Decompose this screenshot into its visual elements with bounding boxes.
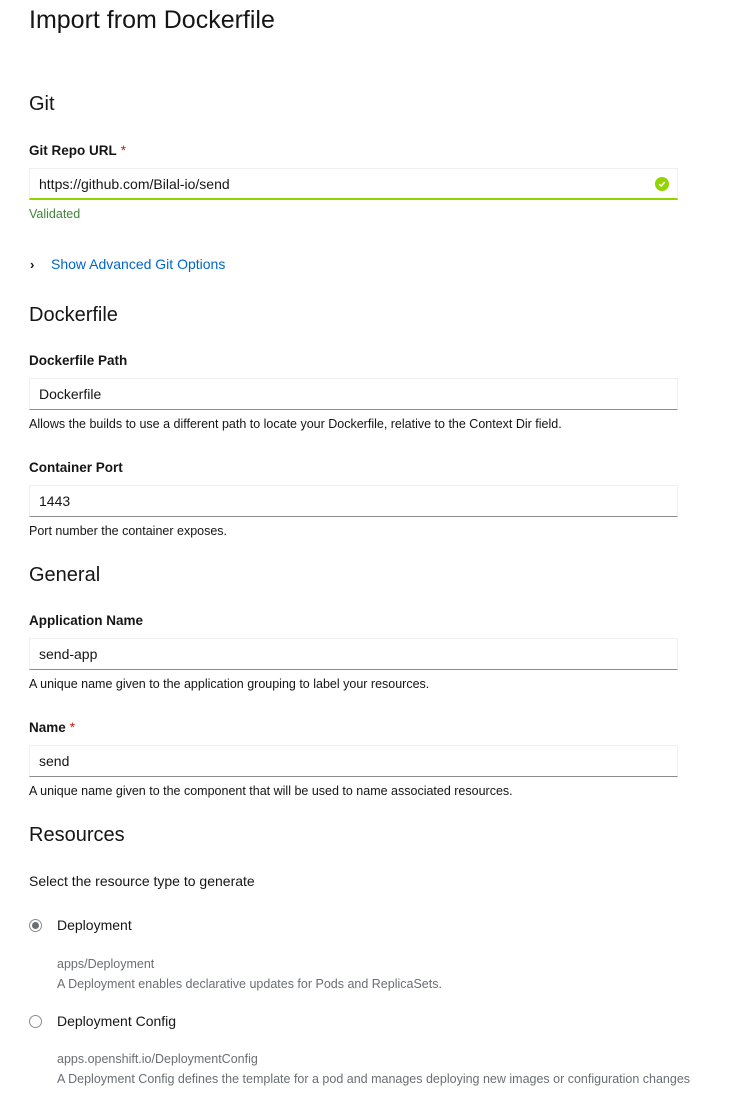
option-api: apps.openshift.io/DeploymentConfig bbox=[57, 1052, 258, 1066]
name-label: Name * bbox=[29, 720, 75, 735]
section-title-git: Git bbox=[29, 93, 55, 115]
option-text: A Deployment enables declarative updates… bbox=[57, 977, 442, 991]
git-repo-url-label: Git Repo URL * bbox=[29, 143, 126, 158]
radio-option-deployment[interactable]: Deployment bbox=[29, 917, 132, 933]
label-text: Git Repo URL bbox=[29, 143, 117, 158]
name-input[interactable]: send bbox=[29, 745, 678, 777]
container-port-label: Container Port bbox=[29, 460, 123, 475]
git-repo-url-input[interactable]: https://github.com/Bilal-io/send bbox=[29, 168, 678, 200]
container-port-input[interactable]: 1443 bbox=[29, 485, 678, 517]
section-title-dockerfile: Dockerfile bbox=[29, 304, 118, 326]
input-value: send bbox=[39, 753, 70, 769]
application-name-label: Application Name bbox=[29, 613, 144, 628]
section-title-general: General bbox=[29, 564, 101, 586]
option-api: apps/Deployment bbox=[57, 957, 155, 971]
option-description: apps.openshift.io/DeploymentConfig A Dep… bbox=[57, 1049, 690, 1089]
page-title: Import from Dockerfile bbox=[29, 6, 275, 34]
radio-selected-icon[interactable] bbox=[29, 918, 42, 932]
label-text: Name bbox=[29, 720, 66, 735]
git-repo-url-helper: Validated bbox=[29, 207, 81, 221]
name-helper: A unique name given to the component tha… bbox=[29, 784, 513, 798]
dockerfile-path-helper: Allows the builds to use a different pat… bbox=[29, 417, 562, 431]
chevron-right-icon: › bbox=[30, 256, 35, 272]
application-name-helper: A unique name given to the application g… bbox=[29, 677, 430, 691]
container-port-helper: Port number the container exposes. bbox=[29, 524, 228, 538]
check-circle-icon bbox=[655, 177, 669, 191]
radio-unselected-icon[interactable] bbox=[29, 1014, 42, 1028]
section-title-resources: Resources bbox=[29, 824, 125, 846]
required-marker: * bbox=[69, 720, 76, 735]
input-value: https://github.com/Bilal-io/send bbox=[39, 175, 230, 192]
input-value: send-app bbox=[39, 646, 98, 662]
toggle-label: Show Advanced Git Options bbox=[51, 256, 226, 272]
option-text: A Deployment Config defines the template… bbox=[57, 1072, 691, 1086]
input-value: 1443 bbox=[39, 493, 71, 509]
dockerfile-path-input[interactable]: Dockerfile bbox=[29, 378, 678, 410]
input-value: Dockerfile bbox=[39, 386, 102, 402]
radio-label: Deployment Config bbox=[57, 1013, 177, 1029]
application-name-input[interactable]: send-app bbox=[29, 638, 678, 670]
required-marker: * bbox=[120, 143, 127, 158]
dockerfile-path-label: Dockerfile Path bbox=[29, 353, 128, 368]
option-description: apps/Deployment A Deployment enables dec… bbox=[57, 954, 442, 994]
radio-option-deployment-config[interactable]: Deployment Config bbox=[29, 1013, 176, 1029]
radio-label: Deployment bbox=[57, 917, 132, 933]
show-advanced-git-options-toggle[interactable]: › Show Advanced Git Options bbox=[30, 256, 225, 272]
resources-prompt: Select the resource type to generate bbox=[29, 873, 255, 889]
